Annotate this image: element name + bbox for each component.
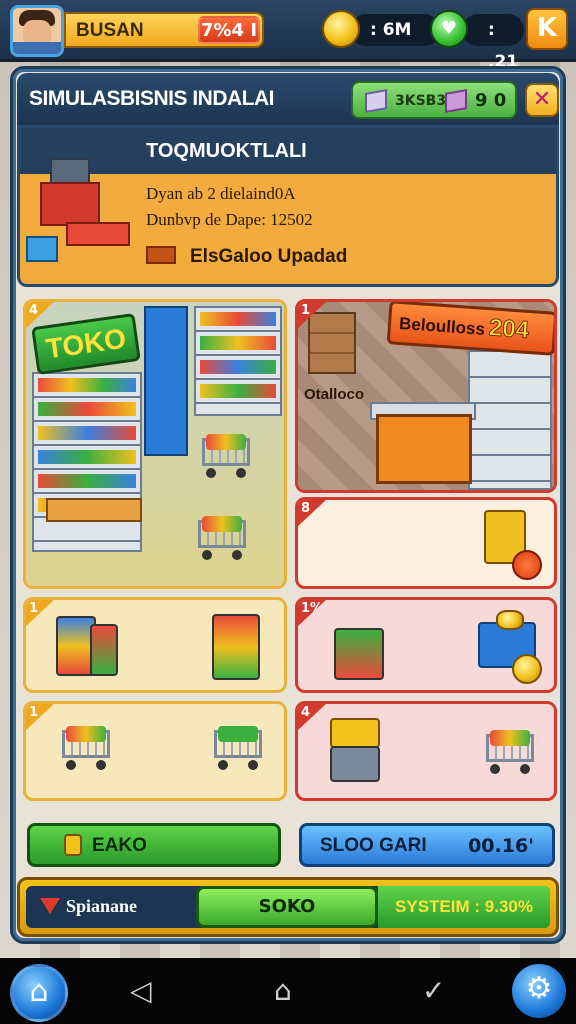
player-level-badge[interactable]: 7%4 I — [198, 16, 260, 44]
card-badge: 1% — [298, 600, 328, 628]
card-badge: 1 — [26, 704, 56, 732]
shopping-cart-icon — [208, 724, 268, 770]
fruit-basket-icon — [334, 628, 384, 680]
panel-header: SIMULASBISNIS INDALAI 3KSB3 9 0 ✕ — [17, 73, 559, 125]
shopping-cart-icon — [56, 724, 116, 770]
home-nav-icon[interactable]: ⌂ — [274, 974, 292, 1007]
cereal-box-icon — [90, 624, 118, 676]
boxes-icon — [308, 312, 356, 374]
product-card[interactable]: 1 — [23, 597, 287, 693]
status-label: Spianane — [66, 896, 138, 916]
cart-card[interactable]: 1 — [23, 701, 287, 801]
cash-register-icon — [26, 136, 130, 266]
coin-icon — [322, 10, 360, 48]
shop-label: Otalloco — [304, 386, 365, 403]
cash-value: 9 0 — [475, 90, 507, 111]
tools-button[interactable]: ✕ — [525, 83, 559, 117]
back-icon[interactable]: ◁ — [130, 974, 152, 1007]
navigation-bar: ⌂ ◁ ⌂ ✓ ⚙ — [0, 958, 576, 1024]
cart-card[interactable]: 4 — [295, 701, 557, 801]
system-readout: SYSTEIM : 9.30% — [378, 886, 550, 928]
coin-icon — [512, 654, 542, 684]
coin-icon — [512, 550, 542, 580]
cash-label: 3KSB3 — [395, 93, 447, 109]
toko-button[interactable]: EAKO — [27, 823, 281, 867]
avatar[interactable] — [10, 5, 64, 57]
store-timer-value: 00.16' — [468, 835, 534, 857]
status-swatch — [146, 246, 176, 264]
product-display-icon — [212, 614, 260, 680]
info-line-2: Dunbvp de Dape: 12502 — [146, 210, 313, 229]
store-card-toko[interactable]: TOKO 4 — [23, 299, 287, 589]
upgrade-card[interactable]: 8 — [295, 497, 557, 589]
info-status-text: ElsGaloo Upadad — [190, 246, 348, 267]
shelf — [32, 372, 142, 552]
info-status: ElsGaloo Upadad — [146, 246, 347, 268]
menu-button[interactable]: K — [526, 8, 568, 50]
shopping-cart-icon — [192, 514, 252, 560]
trash-bin-icon — [330, 746, 380, 782]
shopping-cart-icon — [196, 432, 256, 478]
store-timer-button[interactable]: SLOO GARI 00.16' — [299, 823, 555, 867]
store-timer-label: SLOO GARI — [320, 835, 427, 856]
heart-gem-icon: ♥ — [430, 10, 468, 48]
card-badge: 1 — [26, 600, 56, 628]
toko-button-label: EAKO — [92, 835, 147, 856]
player-name-bar: BUSAN 7%4 I — [64, 12, 264, 48]
crate-icon — [365, 89, 387, 113]
status-action-button[interactable]: SOKO — [196, 886, 378, 928]
card-badge: 8 — [298, 500, 328, 528]
coin-icon — [496, 610, 524, 630]
coin-counter: : 6M — [350, 14, 440, 46]
vending-machine — [144, 306, 188, 456]
shelf — [468, 350, 552, 490]
player-name: BUSAN — [76, 20, 144, 41]
panel-title: SIMULASBISNIS INDALAI — [29, 87, 275, 110]
top-bar: BUSAN 7%4 I : 6M : ,21 ♥ K — [0, 0, 576, 72]
cash-counter[interactable]: 3KSB3 9 0 — [351, 81, 517, 119]
gear-icon[interactable]: ⚙ — [512, 964, 566, 1018]
shop-counter — [376, 414, 472, 484]
cheese-cart-icon — [330, 718, 380, 748]
gift-box-icon — [445, 89, 467, 113]
product-card[interactable]: 1% — [295, 597, 557, 693]
check-icon[interactable]: ✓ — [422, 974, 445, 1007]
gem-counter: : ,21 — [462, 14, 524, 72]
info-card: TOQMUOKTLALI Dyan ab 2 dielaind0A Dunbvp… — [17, 125, 559, 287]
shop-sign-text: Beloulloss — [398, 313, 486, 339]
shelf — [194, 306, 282, 416]
home-icon[interactable]: ⌂ — [10, 964, 68, 1022]
store-card-shop[interactable]: Beloulloss 204 Otalloco 1 — [295, 299, 557, 493]
display-table — [46, 498, 142, 522]
down-arrow-icon — [40, 898, 60, 914]
info-line-1: Dyan ab 2 dielaind0A — [146, 184, 296, 203]
card-badge: 4 — [298, 704, 328, 732]
shop-sign-number: 204 — [488, 314, 531, 345]
business-panel: SIMULASBISNIS INDALAI 3KSB3 9 0 ✕ TOQMUO… — [10, 66, 566, 944]
coin-icon — [64, 834, 82, 856]
status-bar: Spianane SOKO SYSTEIM : 9.30% — [17, 877, 559, 937]
shopping-cart-icon — [480, 728, 540, 774]
info-title: TOQMUOKTLALI — [146, 140, 307, 162]
